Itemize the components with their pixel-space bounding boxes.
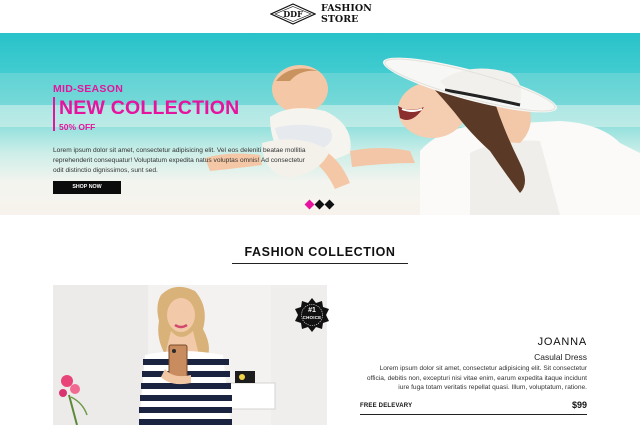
slider-dot-1[interactable]: [304, 199, 315, 210]
hero-offer: 50% OFF: [59, 122, 96, 132]
best-choice-badge: #1 CHOICE: [295, 298, 329, 332]
hero-accent-bar: [53, 97, 55, 131]
product-subtitle: Casulal Dress: [534, 352, 587, 362]
hero-title: NEW COLLECTION: [59, 97, 240, 119]
product-divider: [360, 414, 587, 415]
product-image[interactable]: [53, 285, 327, 425]
svg-text:DDF: DDF: [283, 9, 303, 19]
slider-dots: [304, 199, 335, 210]
logo-line-2: STORE: [321, 14, 359, 25]
hero-slider: MID-SEASON NEW COLLECTION 50% OFF Lorem …: [0, 33, 640, 215]
product-price: $99: [571, 400, 587, 410]
section-title: FASHION COLLECTION: [244, 245, 396, 259]
product-name[interactable]: JOANNA: [360, 336, 587, 348]
logo-line-1: FASHION: [321, 3, 372, 14]
badge-label: CHOICE: [302, 315, 322, 320]
logo-mark: DDF: [270, 3, 316, 25]
hero-description: Lorem ipsum dolor sit amet, consectetur …: [53, 147, 306, 175]
logo-text: FASHION STORE: [321, 3, 372, 25]
logo[interactable]: DDF FASHION STORE: [270, 3, 372, 25]
shop-now-button[interactable]: SHOP NOW: [53, 181, 121, 194]
slider-dot-2[interactable]: [314, 199, 325, 210]
shipping-label: FREE DELEVARY: [360, 403, 413, 409]
section-divider: [232, 263, 408, 264]
badge-number: #1: [308, 307, 316, 314]
product-description: Lorem ipsum dolor sit amet, consectetur …: [366, 365, 587, 392]
site-header: DDF FASHION STORE: [0, 0, 640, 33]
slider-dot-3[interactable]: [324, 199, 335, 210]
hero-eyebrow: MID-SEASON: [53, 83, 124, 95]
